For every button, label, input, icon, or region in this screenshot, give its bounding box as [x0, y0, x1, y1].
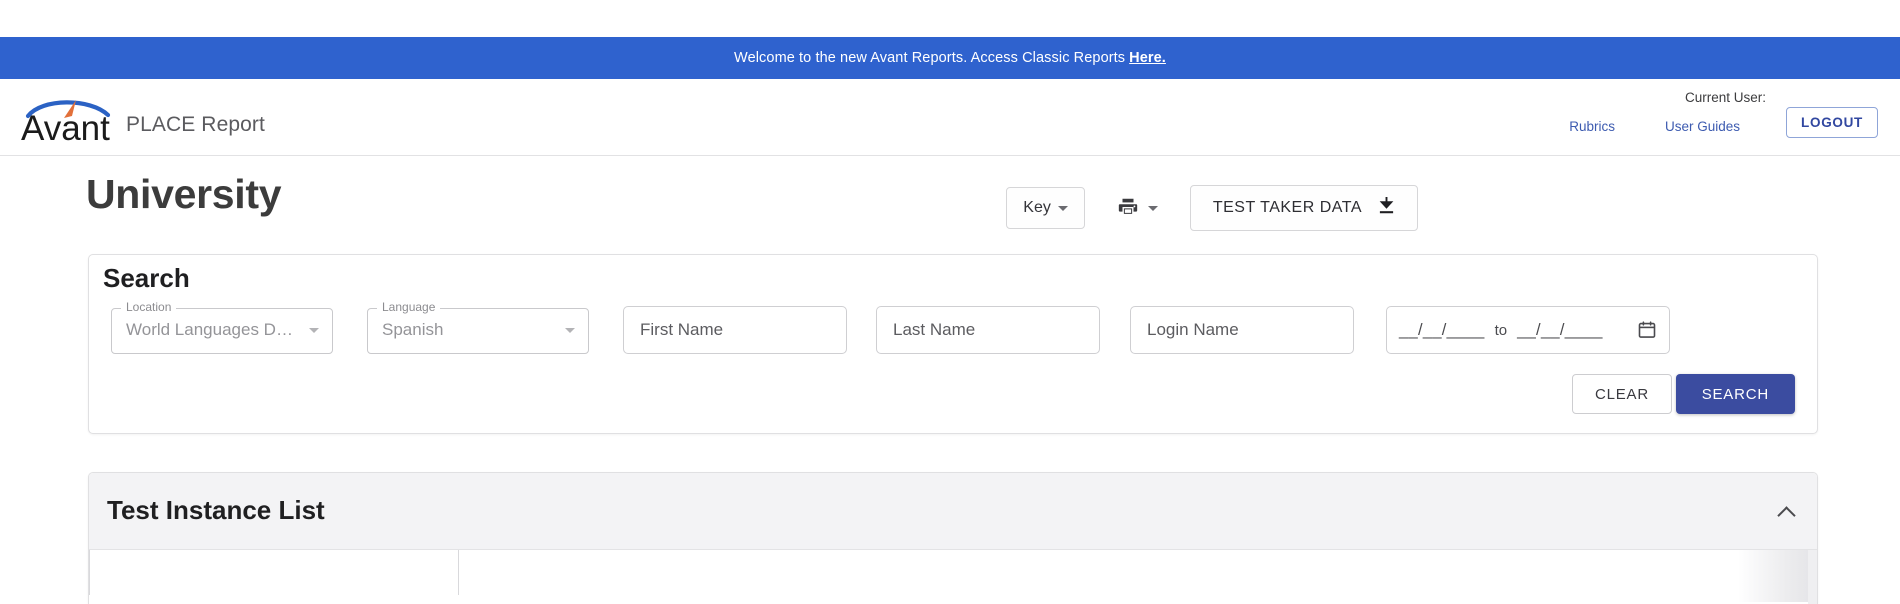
date-to-input[interactable]: __/__/____: [1517, 321, 1603, 340]
chevron-up-icon: [1776, 505, 1796, 525]
table-vertical-scrollbar[interactable]: [1808, 550, 1817, 604]
chevron-down-icon: [1147, 205, 1158, 211]
test-instance-list-title: Test Instance List: [107, 495, 325, 525]
first-name-input[interactable]: [623, 306, 847, 354]
page-toolbar: Key TEST TAKER DATA: [1006, 185, 1418, 231]
chevron-down-icon: [309, 328, 319, 333]
announcement-message: Welcome to the new Avant Reports. Access…: [734, 50, 1126, 66]
date-range-field[interactable]: __/__/____ to __/__/____: [1386, 306, 1670, 354]
user-guides-link[interactable]: User Guides: [1665, 119, 1740, 134]
search-panel: Search Location World Languages D… Langu…: [88, 254, 1818, 434]
collapse-test-instance-list-button[interactable]: [1773, 499, 1799, 525]
chevron-down-icon: [1057, 205, 1068, 211]
svg-text:Avant: Avant: [21, 109, 110, 142]
location-value: World Languages D…: [126, 320, 293, 339]
printer-icon: [1117, 196, 1139, 221]
test-instance-list-header: Test Instance List: [89, 473, 1817, 550]
table-column-divider: [458, 550, 459, 595]
login-name-input[interactable]: [1130, 306, 1354, 354]
current-user-label: Current User:: [1684, 90, 1766, 105]
test-instance-list-panel: Test Instance List: [88, 472, 1818, 604]
table-horizontal-scroll-shadow: [1738, 550, 1808, 602]
key-dropdown-button[interactable]: Key: [1006, 187, 1085, 229]
location-select[interactable]: Location World Languages D…: [111, 301, 333, 354]
classic-reports-link[interactable]: Here.: [1129, 50, 1166, 66]
brand-subtitle: PLACE Report: [126, 113, 265, 136]
brand: Avant PLACE Report: [20, 96, 265, 142]
last-name-input[interactable]: [876, 306, 1100, 354]
test-taker-data-button[interactable]: TEST TAKER DATA: [1189, 185, 1418, 231]
avant-logo-icon: Avant: [20, 96, 118, 142]
test-instance-table: [89, 550, 1817, 604]
logout-button[interactable]: LOGOUT: [1786, 107, 1878, 138]
search-heading: Search: [103, 263, 190, 293]
calendar-icon[interactable]: [1637, 320, 1657, 340]
date-from-input[interactable]: __/__/____: [1399, 321, 1485, 340]
table-column-divider: [89, 550, 90, 595]
page-title: University: [86, 171, 282, 217]
rubrics-link[interactable]: Rubrics: [1569, 119, 1615, 134]
page-title-row: University Key TEST TAKER DATA: [0, 171, 1900, 243]
search-button[interactable]: SEARCH: [1675, 374, 1795, 414]
language-select[interactable]: Language Spanish: [367, 301, 589, 354]
location-label: Location: [121, 301, 177, 313]
language-value: Spanish: [382, 320, 444, 339]
announcement-text: Welcome to the new Avant Reports. Access…: [734, 50, 1166, 66]
language-label: Language: [377, 301, 441, 313]
header-actions: Current User: Rubrics User Guides LOGOUT: [1398, 79, 1878, 155]
test-taker-data-label: TEST TAKER DATA: [1212, 199, 1362, 216]
app-header: Avant PLACE Report Current User: Rubrics…: [0, 79, 1900, 156]
download-icon: [1378, 196, 1395, 220]
date-range-separator: to: [1494, 321, 1508, 339]
chevron-down-icon: [565, 328, 575, 333]
clear-button[interactable]: CLEAR: [1571, 374, 1672, 414]
announcement-banner: Welcome to the new Avant Reports. Access…: [0, 37, 1900, 79]
key-label: Key: [1023, 199, 1051, 216]
print-dropdown-button[interactable]: [1107, 187, 1168, 229]
